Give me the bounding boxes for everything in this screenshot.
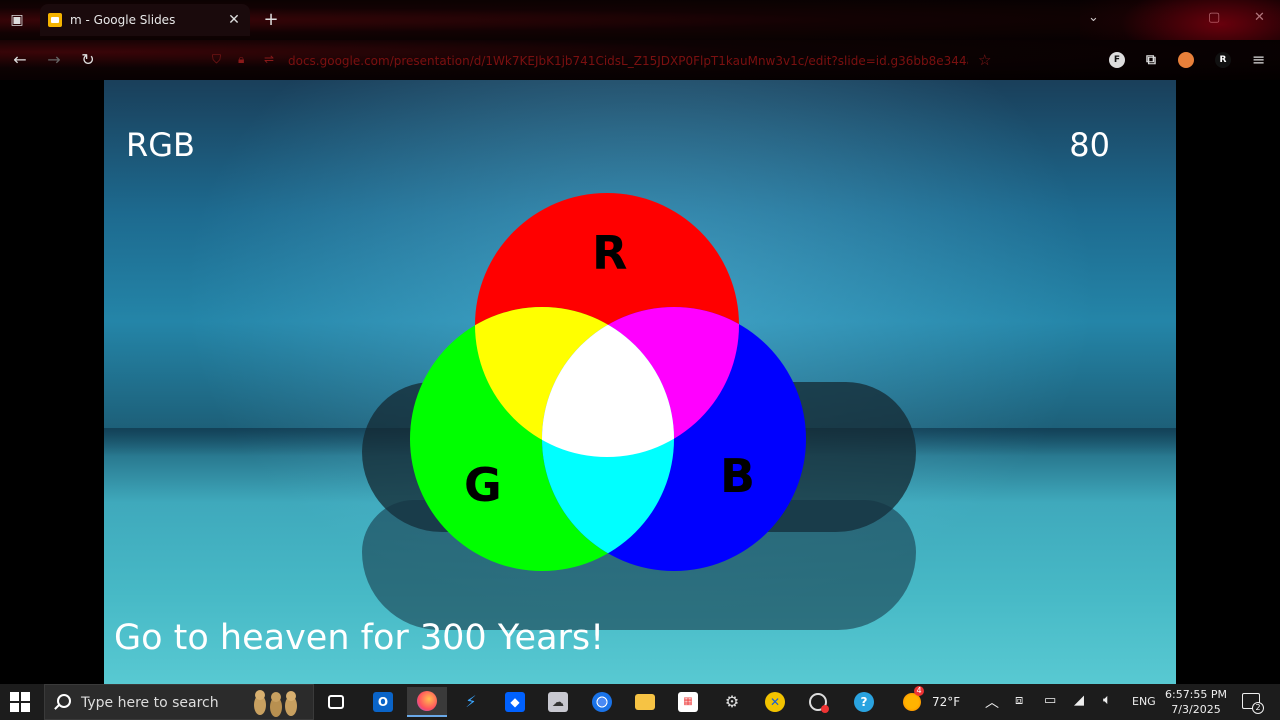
microsoft-store-icon[interactable]: ▦ bbox=[668, 687, 708, 717]
search-icon bbox=[57, 694, 71, 708]
speed-test-icon[interactable] bbox=[798, 687, 838, 717]
shield-icon[interactable]: ⛉ bbox=[212, 52, 221, 67]
outlook-icon[interactable]: O bbox=[363, 687, 403, 717]
maximize-icon[interactable]: ▢ bbox=[1208, 10, 1220, 25]
close-window-icon[interactable]: ✕ bbox=[1254, 10, 1265, 25]
rgb-venn-diagram: R G B bbox=[410, 193, 806, 571]
venn-letter-b: B bbox=[720, 449, 755, 503]
forward-button[interactable]: → bbox=[44, 50, 64, 70]
search-placeholder: Type here to search bbox=[81, 695, 219, 711]
reload-button[interactable]: ↻ bbox=[78, 50, 98, 70]
xbox-icon[interactable]: ✕ bbox=[755, 687, 795, 717]
presentation-slide: RGB 80 R G B Go to heaven for 300 Years! bbox=[104, 80, 1176, 684]
tab-google-slides[interactable]: m - Google Slides ✕ bbox=[40, 4, 250, 36]
extension-orange-icon[interactable] bbox=[1178, 52, 1194, 68]
tab-list-icon[interactable]: ▣ bbox=[8, 11, 26, 29]
cloud-app-icon[interactable]: ☁ bbox=[538, 687, 578, 717]
extensions-puzzle-icon[interactable]: ⧉ bbox=[1143, 52, 1159, 68]
task-view-icon[interactable] bbox=[316, 687, 356, 717]
clock-date: 7/3/2025 bbox=[1171, 703, 1221, 716]
back-button[interactable]: ← bbox=[10, 50, 30, 70]
extension-f-icon[interactable]: F bbox=[1109, 52, 1125, 68]
slide-label-rgb: RGB bbox=[126, 126, 195, 164]
slide-caption: Go to heaven for 300 Years! bbox=[114, 618, 605, 658]
new-tab-button[interactable]: + bbox=[262, 9, 280, 30]
tab-search-chevron-icon[interactable]: ⌄ bbox=[1088, 10, 1099, 25]
site-settings-icon[interactable]: ⇌ bbox=[264, 52, 274, 66]
chrome-icon[interactable] bbox=[582, 687, 622, 717]
taskbar-clock[interactable]: 6:57:55 PM 7/3/2025 bbox=[1160, 687, 1232, 717]
meerkats-search-highlight-icon[interactable] bbox=[244, 687, 306, 717]
tab-title: m - Google Slides bbox=[70, 13, 176, 27]
browser-menu-icon[interactable]: ≡ bbox=[1252, 50, 1265, 69]
bookmark-star-icon[interactable]: ☆ bbox=[978, 51, 991, 69]
lock-icon[interactable]: 🔒︎ bbox=[238, 52, 244, 67]
visual-studio-icon[interactable]: ⚡ bbox=[451, 687, 491, 717]
file-explorer-icon[interactable] bbox=[625, 687, 665, 717]
dropbox-icon[interactable]: ◆ bbox=[495, 687, 535, 717]
language-indicator[interactable]: ENG bbox=[1132, 695, 1156, 708]
browser-tab-bar: ▣ m - Google Slides ✕ + ⌄ ▢ ✕ bbox=[0, 0, 1280, 80]
profile-avatar[interactable]: R bbox=[1215, 52, 1231, 68]
weather-badge: 4 bbox=[914, 686, 924, 696]
address-bar-url[interactable]: docs.google.com/presentation/d/1Wk7KEJbK… bbox=[288, 54, 968, 68]
help-icon[interactable]: ? bbox=[844, 687, 884, 717]
firefox-icon[interactable] bbox=[407, 687, 447, 717]
settings-gear-icon[interactable]: ⚙ bbox=[712, 687, 752, 717]
show-hidden-icons-chevron-icon[interactable]: ︿ bbox=[985, 692, 999, 712]
meet-now-icon[interactable]: ⧈ bbox=[1015, 693, 1023, 708]
google-slides-icon bbox=[48, 13, 62, 27]
windows-taskbar: Type here to search O ⚡ ◆ ☁ ▦ ⚙ ✕ ? 4 72… bbox=[0, 684, 1280, 720]
venn-letter-g: G bbox=[464, 458, 502, 512]
clock-time: 6:57:55 PM bbox=[1164, 688, 1228, 701]
screen: ▣ m - Google Slides ✕ + ⌄ ▢ ✕ ← → ↻ ⛉ 🔒︎… bbox=[0, 0, 1280, 720]
wifi-icon[interactable]: ◢ bbox=[1074, 693, 1084, 708]
tab-close-icon[interactable]: ✕ bbox=[226, 12, 242, 28]
volume-icon[interactable]: 🔈︎ bbox=[1103, 692, 1111, 708]
notification-count-badge: 2 bbox=[1252, 702, 1264, 714]
weather-temperature[interactable]: 72°F bbox=[932, 695, 960, 709]
venn-letter-r: R bbox=[592, 226, 627, 280]
windows-start-icon[interactable] bbox=[10, 692, 30, 712]
battery-icon[interactable]: ▭ bbox=[1044, 693, 1056, 708]
slide-number-label: 80 bbox=[1069, 126, 1110, 164]
